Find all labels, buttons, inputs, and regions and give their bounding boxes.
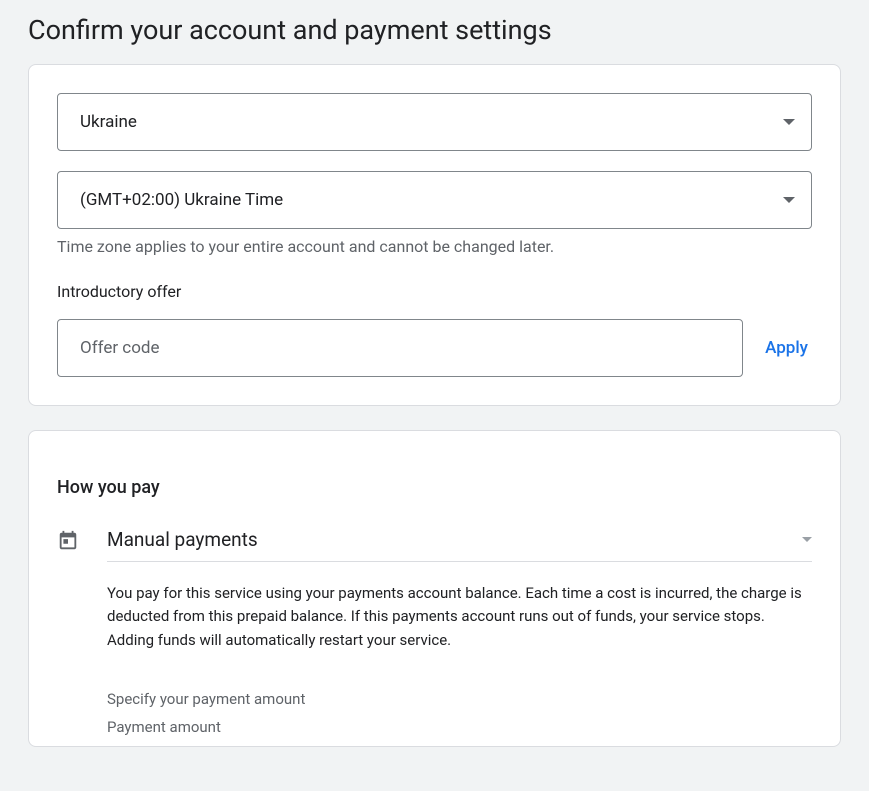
account-settings-card: Ukraine (GMT+02:00) Ukraine Time Time zo… [28, 64, 841, 406]
dropdown-icon [783, 119, 795, 125]
offer-label: Introductory offer [57, 282, 812, 301]
payment-method-select[interactable]: Manual payments [107, 528, 812, 562]
payment-description: You pay for this service using your paym… [107, 582, 812, 652]
offer-code-input[interactable] [57, 319, 743, 377]
dropdown-icon [802, 537, 812, 542]
dropdown-icon [783, 197, 795, 203]
country-value: Ukraine [80, 112, 137, 132]
payment-method-value: Manual payments [107, 528, 258, 551]
timezone-select[interactable]: (GMT+02:00) Ukraine Time [57, 171, 812, 229]
payment-content: Manual payments You pay for this service… [107, 528, 812, 736]
country-select[interactable]: Ukraine [57, 93, 812, 151]
timezone-helper: Time zone applies to your entire account… [57, 237, 812, 256]
calendar-icon [57, 530, 79, 552]
specify-payment-label: Specify your payment amount [107, 690, 812, 708]
timezone-value: (GMT+02:00) Ukraine Time [80, 190, 283, 210]
payment-card: How you pay Manual payments You pay for … [28, 430, 841, 747]
payment-row: Manual payments You pay for this service… [57, 528, 812, 736]
page-title: Confirm your account and payment setting… [0, 0, 869, 64]
how-you-pay-heading: How you pay [57, 477, 812, 498]
apply-button[interactable]: Apply [765, 338, 812, 358]
offer-row: Apply [57, 319, 812, 377]
payment-amount-label: Payment amount [107, 718, 812, 736]
